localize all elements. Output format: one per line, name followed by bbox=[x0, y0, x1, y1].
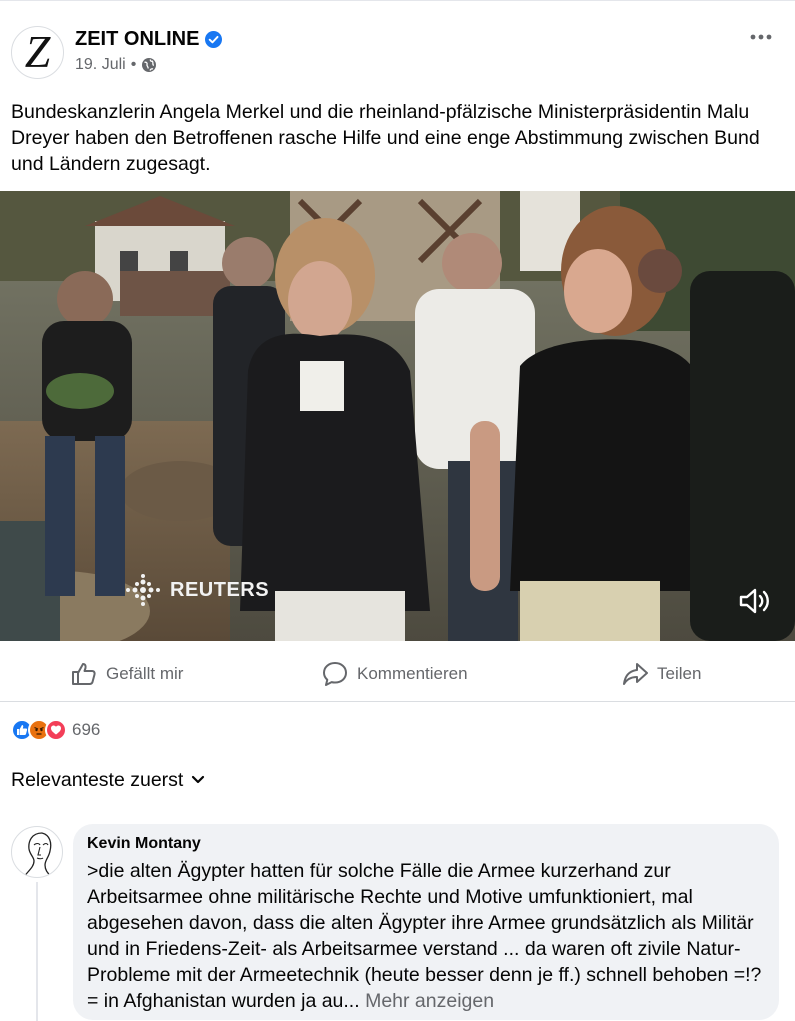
post-meta: 19. Juli • bbox=[75, 54, 157, 76]
watermark-text: REUTERS bbox=[170, 578, 270, 601]
share-button[interactable]: Teilen bbox=[621, 660, 701, 688]
comment-bubble: Kevin Montany >die alten Ägypter hatten … bbox=[73, 824, 779, 1020]
see-more-link[interactable]: Mehr anzeigen bbox=[365, 990, 494, 1012]
sort-label: Relevanteste zuerst bbox=[11, 768, 184, 791]
commenter-avatar[interactable] bbox=[11, 826, 63, 878]
post-options-button[interactable] bbox=[746, 24, 776, 50]
video-frame bbox=[0, 191, 795, 641]
page-avatar[interactable]: Z bbox=[11, 26, 64, 79]
reuters-logo-icon bbox=[126, 574, 160, 606]
comment-author[interactable]: Kevin Montany bbox=[87, 834, 765, 854]
meta-separator: • bbox=[130, 56, 137, 73]
sketch-face-icon bbox=[23, 832, 53, 877]
page-name[interactable]: ZEIT ONLINE bbox=[75, 28, 199, 51]
thumbs-up-icon bbox=[72, 663, 96, 685]
post-date[interactable]: 19. Juli bbox=[75, 56, 126, 74]
page-name-row: ZEIT ONLINE bbox=[75, 26, 223, 52]
thread-line bbox=[36, 882, 38, 1021]
sound-icon[interactable] bbox=[738, 586, 772, 616]
share-label: Teilen bbox=[657, 664, 702, 683]
like-label: Gefällt mir bbox=[106, 664, 184, 683]
comment-sort-dropdown[interactable]: Relevanteste zuerst bbox=[11, 766, 205, 794]
like-button[interactable]: Gefällt mir bbox=[70, 660, 183, 688]
post-video[interactable] bbox=[0, 191, 795, 641]
page-logo: Z bbox=[24, 25, 51, 77]
love-icon bbox=[45, 719, 67, 741]
comment-text-container: >die alten Ägypter hatten für solche Fäl… bbox=[87, 858, 765, 1014]
top-divider bbox=[0, 0, 795, 1]
post-action-bar: Gefällt mir Kommentieren Teilen bbox=[0, 646, 795, 702]
more-options-icon bbox=[750, 34, 772, 40]
chevron-down-icon bbox=[192, 775, 205, 784]
share-icon bbox=[623, 663, 648, 685]
verified-badge-icon bbox=[205, 30, 223, 48]
comment-button[interactable]: Kommentieren bbox=[321, 660, 468, 688]
post-text: Bundeskanzlerin Angela Merkel und die rh… bbox=[11, 101, 760, 175]
globe-icon bbox=[142, 58, 157, 72]
comment-icon bbox=[323, 662, 347, 686]
reaction-summary[interactable]: 696 bbox=[11, 717, 100, 743]
comment-label: Kommentieren bbox=[357, 664, 468, 683]
reaction-count: 696 bbox=[72, 720, 101, 739]
video-watermark: REUTERS bbox=[122, 573, 269, 607]
